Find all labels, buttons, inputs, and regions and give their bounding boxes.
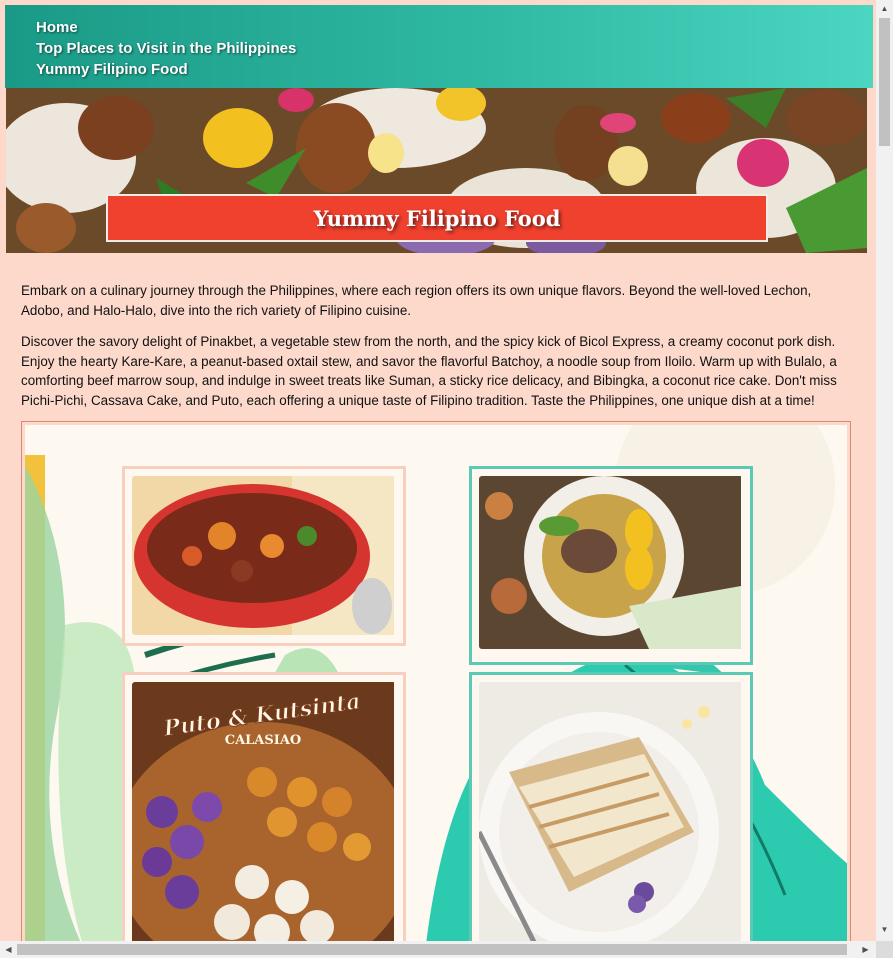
stew-image <box>132 476 394 635</box>
hero-title-banner: Yummy Filipino Food <box>106 194 768 242</box>
photo-frame-bulalo <box>469 466 753 665</box>
scroll-up-icon[interactable]: ▲ <box>876 0 893 17</box>
poster-subtitle: CALASIAO <box>225 733 302 748</box>
vertical-scrollbar[interactable]: ▲ ▼ <box>876 0 893 941</box>
scroll-right-icon[interactable]: ▶ <box>857 941 874 958</box>
scrollbar-corner <box>876 941 893 958</box>
details-paragraph: Discover the savory delight of Pinakbet,… <box>21 334 837 408</box>
cake-image <box>479 682 741 941</box>
scroll-down-icon[interactable]: ▼ <box>876 921 893 938</box>
soup-photo <box>479 476 743 649</box>
puto-kutsinta-image: Puto & Kutsinta CALASIAO <box>132 682 396 941</box>
page: Home Top Places to Visit in the Philippi… <box>5 5 873 941</box>
intro-paragraph: Embark on a culinary journey through the… <box>21 283 812 318</box>
photo-frame-cake <box>469 672 753 941</box>
nav-link-filipino-food[interactable]: Yummy Filipino Food <box>36 61 188 78</box>
top-nav: Home Top Places to Visit in the Philippi… <box>5 5 873 88</box>
nav-link-home[interactable]: Home <box>36 19 78 36</box>
cake-photo <box>479 682 743 941</box>
photo-frame-pinakbet <box>122 466 406 646</box>
horizontal-scroll-thumb[interactable] <box>17 944 847 955</box>
nav-link-top-places[interactable]: Top Places to Visit in the Philippines <box>36 40 296 57</box>
gallery-background: Puto & Kutsinta CALASIAO <box>25 425 847 941</box>
puto-photo: Puto & Kutsinta CALASIAO <box>132 682 396 941</box>
scroll-left-icon[interactable]: ◀ <box>0 941 17 958</box>
food-gallery: Puto & Kutsinta CALASIAO <box>21 421 851 941</box>
stew-photo <box>132 476 396 635</box>
hero-title: Yummy Filipino Food <box>313 205 561 231</box>
vertical-scroll-thumb[interactable] <box>879 18 890 146</box>
horizontal-scrollbar[interactable]: ◀ ▶ <box>0 941 876 958</box>
hero-image: Yummy Filipino Food <box>6 88 867 253</box>
soup-image <box>479 476 741 649</box>
photo-frame-puto: Puto & Kutsinta CALASIAO <box>122 672 406 941</box>
